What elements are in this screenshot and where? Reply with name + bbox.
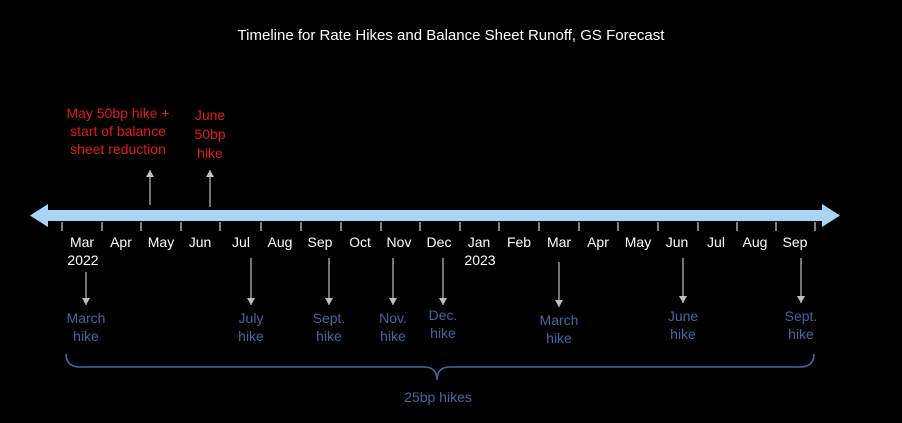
hike-label: Sept. hike <box>771 307 831 343</box>
down-arrow-hike <box>247 258 255 305</box>
year-label-2022: 2022 <box>67 252 99 268</box>
hike-label: Dec. hike <box>413 306 473 342</box>
month-label: Sep <box>307 234 333 250</box>
up-arrow-may <box>146 170 154 205</box>
hike-label-line: March <box>539 312 579 328</box>
note-may-hike: May 50bp hike + start of balance sheet r… <box>50 104 186 158</box>
month-label: Jun <box>188 234 212 250</box>
hike-label-line: hike <box>238 328 264 344</box>
hike-label-line: March <box>66 310 106 326</box>
down-arrow-hike <box>555 262 563 307</box>
timeline-figure: Timeline for Rate Hikes and Balance Shee… <box>0 0 902 423</box>
hike-label-line: Sept. <box>784 308 818 324</box>
month-label: Mar <box>69 234 95 250</box>
note-june-line: June <box>194 107 226 123</box>
hike-label: March hike <box>529 311 589 347</box>
note-may-line: sheet reduction <box>70 141 166 157</box>
hike-label-line: hike <box>670 326 696 342</box>
month-label: Apr <box>110 234 132 250</box>
note-may-line: May 50bp hike + <box>66 105 170 121</box>
month-label: Aug <box>267 234 293 250</box>
hike-label-line: Sept. <box>312 310 346 326</box>
down-arrow-hike <box>797 258 805 303</box>
month-label: May <box>624 234 652 250</box>
hike-label-line: hike <box>788 326 814 342</box>
hike-label: June hike <box>653 307 713 343</box>
month-label: May <box>147 234 175 250</box>
hike-label-line: June <box>667 308 699 324</box>
down-arrow-hike <box>679 258 687 303</box>
month-label: Jan <box>467 234 491 250</box>
month-label: Aug <box>742 234 768 250</box>
timeline-shaft <box>46 210 826 221</box>
note-may-line: start of balance <box>70 123 166 139</box>
month-label: Jul <box>232 234 250 250</box>
timeline-left-arrowhead <box>30 204 48 227</box>
timeline-right-arrowhead <box>822 204 840 227</box>
note-june-line: 50bp <box>194 126 226 142</box>
timeline-graphics <box>30 170 840 381</box>
down-arrow-hike <box>325 258 333 305</box>
month-label: Dec <box>426 234 452 250</box>
note-june-hike: June 50bp hike <box>186 106 234 163</box>
timeline-bar <box>30 204 840 227</box>
month-ticks <box>61 222 816 231</box>
month-label: Sep <box>782 234 808 250</box>
month-label: Oct <box>349 234 371 250</box>
hike-label-line: hike <box>316 328 342 344</box>
month-label: Jul <box>707 234 725 250</box>
month-label: Jun <box>665 234 689 250</box>
year-label-2023: 2023 <box>464 252 496 268</box>
month-label: Feb <box>506 234 532 250</box>
up-arrows <box>146 170 214 207</box>
hike-label-line: hike <box>430 325 456 341</box>
note-june-line: hike <box>197 145 223 161</box>
down-arrow-hike <box>439 258 447 305</box>
brace-label: 25bp hikes <box>404 389 472 405</box>
hike-label: March hike <box>56 309 116 345</box>
hike-label: Sept. hike <box>299 309 359 345</box>
hike-label-line: July <box>238 310 264 326</box>
down-arrow-hike <box>82 272 90 305</box>
down-arrow-hike <box>389 258 397 305</box>
month-label: Nov <box>386 234 412 250</box>
hike-label-line: hike <box>546 330 572 346</box>
month-label: Apr <box>587 234 609 250</box>
month-label: Mar <box>546 234 572 250</box>
hike-label-line: Dec. <box>428 307 458 323</box>
hike-label: July hike <box>221 309 281 345</box>
hike-label-line: hike <box>73 328 99 344</box>
hikes-brace <box>65 353 815 381</box>
down-arrows <box>82 258 805 307</box>
up-arrow-june <box>206 170 214 207</box>
